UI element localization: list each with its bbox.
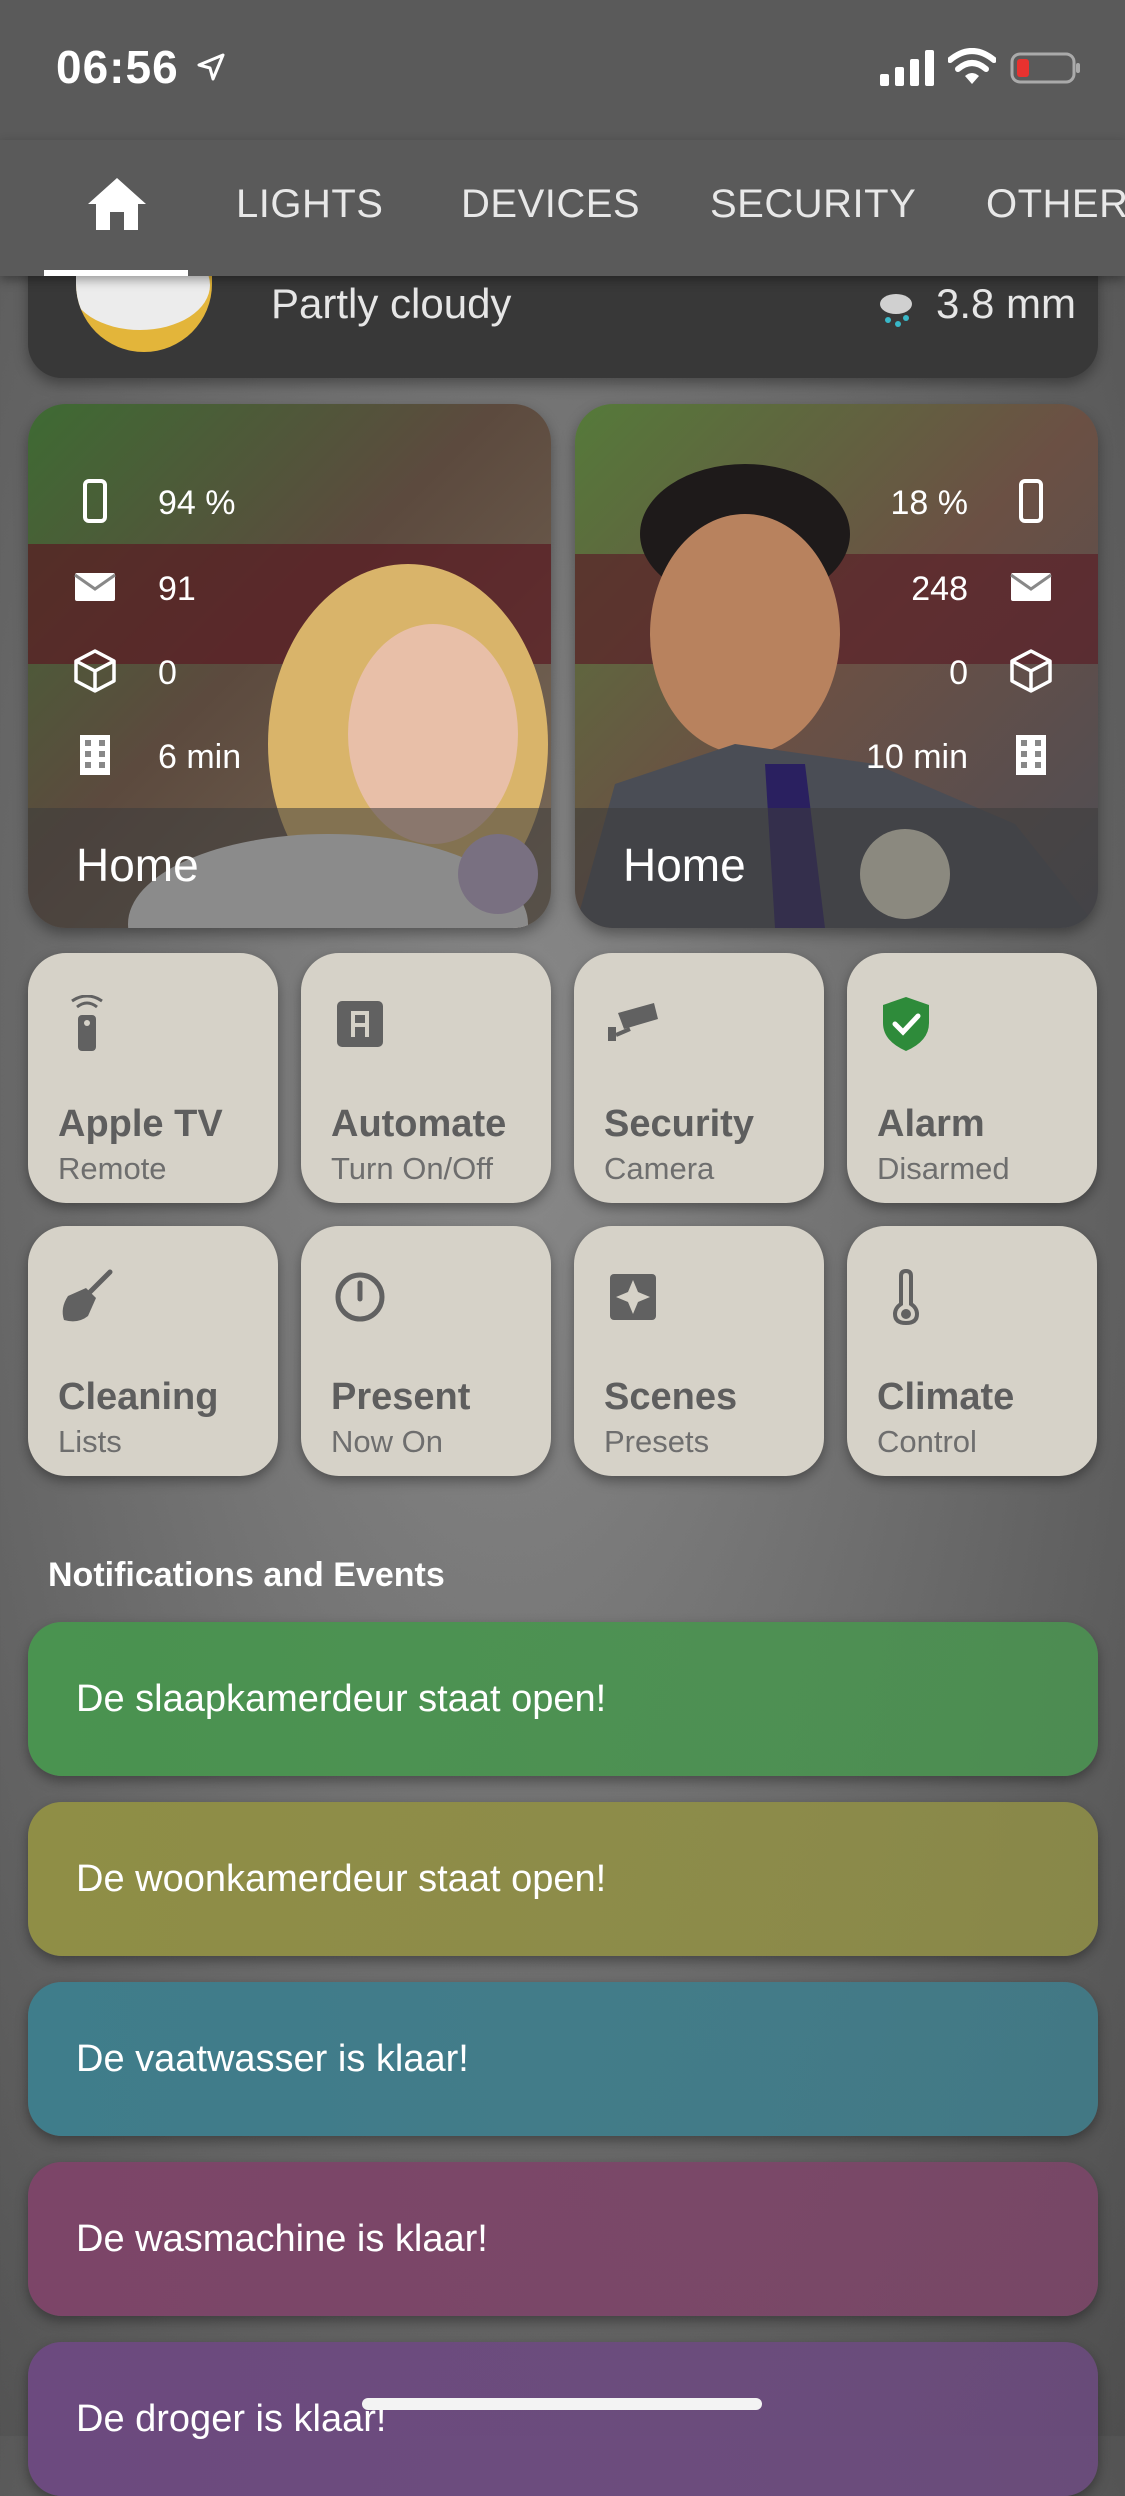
person-1-location-bar: Home xyxy=(28,808,551,928)
tab-devices[interactable]: DEVICES xyxy=(461,182,640,227)
active-tab-indicator xyxy=(44,270,188,276)
notification-text: De slaapkamerdeur staat open! xyxy=(76,1678,607,1720)
person-2-mail: 248 xyxy=(575,556,1098,616)
tile-subtitle: Camera xyxy=(604,1151,715,1186)
clock: 06:56 xyxy=(56,41,179,93)
person-card-1[interactable]: 94 % 91 0 6 min Home xyxy=(28,404,551,928)
tab-security[interactable]: SECURITY xyxy=(710,182,916,227)
notification-card[interactable]: De slaapkamerdeur staat open! xyxy=(28,1622,1098,1776)
precipitation-value: 3.8 mm xyxy=(936,280,1077,327)
tile-present[interactable]: Present Now On xyxy=(301,1226,551,1476)
tile-title: Climate xyxy=(877,1376,1015,1418)
person-1-travel: 6 min xyxy=(28,724,551,784)
tile-apple-tv[interactable]: Apple TV Remote xyxy=(28,953,278,1203)
tile-subtitle: Lists xyxy=(58,1424,122,1459)
rain-icon xyxy=(880,294,912,327)
scene-icon xyxy=(610,1274,656,1320)
tile-subtitle: Disarmed xyxy=(877,1151,1010,1186)
tab-lights[interactable]: LIGHTS xyxy=(236,182,383,227)
person-card-2[interactable]: 18 % 248 0 10 min Home xyxy=(575,404,1098,928)
notification-card[interactable]: De droger is klaar! xyxy=(28,2342,1098,2496)
cellphone-icon xyxy=(83,479,107,523)
tile-climate[interactable]: Climate Control xyxy=(847,1226,1097,1476)
weather-condition: Partly cloudy xyxy=(271,280,512,327)
power-icon xyxy=(335,1272,385,1322)
cctv-icon xyxy=(608,1003,658,1041)
office-building-icon xyxy=(80,735,110,775)
notification-card[interactable]: De wasmachine is klaar! xyxy=(28,2162,1098,2316)
person-1-location: Home xyxy=(76,839,199,891)
home-icon xyxy=(88,178,146,230)
tab-other[interactable]: OTHER xyxy=(986,182,1125,227)
notification-text: De wasmachine is klaar! xyxy=(76,2218,488,2260)
battery-low-icon xyxy=(1010,52,1080,84)
person-2-packages: 0 xyxy=(575,640,1098,700)
tile-subtitle: Control xyxy=(877,1424,977,1459)
person-2-battery: 18 % xyxy=(575,470,1098,530)
notification-text: De woonkamerdeur staat open! xyxy=(76,1858,607,1900)
tile-subtitle: Now On xyxy=(331,1424,443,1459)
notifications-title: Notifications and Events xyxy=(48,1556,445,1594)
notification-text: De vaatwasser is klaar! xyxy=(76,2038,469,2080)
package-icon xyxy=(74,649,116,693)
tile-title: Present xyxy=(331,1376,471,1418)
tile-title: Scenes xyxy=(604,1376,738,1418)
notification-text: De droger is klaar! xyxy=(76,2398,387,2440)
notification-card[interactable]: De vaatwasser is klaar! xyxy=(28,1982,1098,2136)
tile-title: Apple TV xyxy=(58,1103,223,1145)
shield-check-icon xyxy=(883,997,929,1051)
broom-icon xyxy=(62,1269,113,1322)
email-icon xyxy=(1010,573,1052,601)
tile-title: Security xyxy=(604,1103,754,1145)
remote-icon xyxy=(71,995,103,1051)
tile-security[interactable]: Security Camera xyxy=(574,953,824,1203)
tile-alarm[interactable]: Alarm Disarmed xyxy=(847,953,1097,1203)
notification-card[interactable]: De woonkamerdeur staat open! xyxy=(28,1802,1098,1956)
home-indicator[interactable] xyxy=(362,2398,762,2410)
email-icon xyxy=(74,573,116,601)
cellular-signal-icon xyxy=(880,50,934,86)
tile-subtitle: Presets xyxy=(604,1424,710,1459)
office-building-icon xyxy=(1016,735,1046,775)
package-icon xyxy=(1010,649,1052,693)
tab-bar: LIGHTS DEVICES SECURITY OTHER xyxy=(0,140,1125,276)
automation-icon xyxy=(337,1001,383,1047)
tile-title: Automate xyxy=(331,1103,507,1145)
wifi-icon xyxy=(948,48,996,84)
tile-subtitle: Turn On/Off xyxy=(331,1151,493,1186)
tab-home[interactable] xyxy=(44,140,188,276)
person-1-mail: 91 xyxy=(28,556,551,616)
tile-automate[interactable]: Automate Turn On/Off xyxy=(301,953,551,1203)
tile-cleaning[interactable]: Cleaning Lists xyxy=(28,1226,278,1476)
thermometer-icon xyxy=(892,1268,920,1326)
person-2-location-bar: Home xyxy=(575,808,1098,928)
person-2-location: Home xyxy=(623,839,746,891)
location-arrow-icon xyxy=(197,53,225,81)
person-2-travel: 10 min xyxy=(575,724,1098,784)
tile-title: Alarm xyxy=(877,1103,985,1145)
tile-subtitle: Remote xyxy=(58,1151,167,1186)
tile-title: Cleaning xyxy=(58,1376,219,1418)
tile-scenes[interactable]: Scenes Presets xyxy=(574,1226,824,1476)
cellphone-icon xyxy=(1019,479,1043,523)
person-1-packages: 0 xyxy=(28,640,551,700)
status-bar: 06:56 xyxy=(0,0,1125,140)
person-1-battery: 94 % xyxy=(28,470,551,530)
